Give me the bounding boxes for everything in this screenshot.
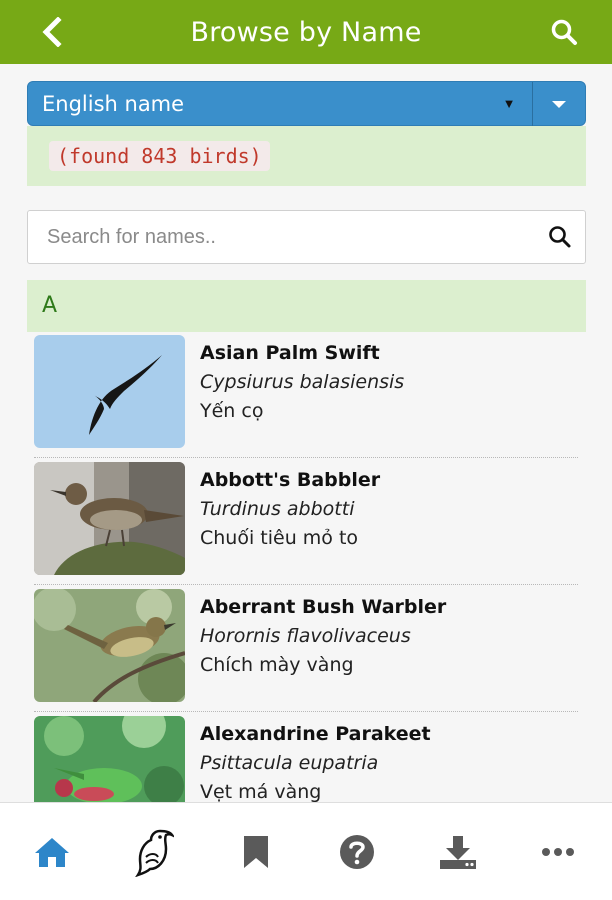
- home-icon: [35, 838, 69, 867]
- bird-list: Asian Palm Swift Cypsiurus balasiensis Y…: [0, 332, 612, 802]
- search-icon[interactable]: [547, 224, 573, 250]
- bird-icon: [135, 829, 174, 877]
- nav-more-button[interactable]: [528, 825, 588, 879]
- bird-scientific-name: Psittacula eupatria: [200, 752, 379, 774]
- bird-vietnamese-name: Chích mày vàng: [200, 654, 354, 676]
- list-item[interactable]: Aberrant Bush Warbler Horornis flavoliva…: [34, 586, 578, 712]
- search-input[interactable]: [47, 211, 527, 263]
- dropdown-toggle[interactable]: [533, 82, 585, 126]
- back-button[interactable]: [36, 14, 68, 50]
- bird-vietnamese-name: Vẹt má vàng: [200, 781, 322, 802]
- name-type-select[interactable]: English name ▼: [27, 81, 586, 126]
- list-item[interactable]: Abbott's Babbler Turdinus abbotti Chuối …: [34, 459, 578, 585]
- bookmark-icon: [244, 836, 268, 868]
- select-value: English name: [42, 91, 185, 116]
- header-search-button[interactable]: [546, 14, 582, 50]
- nav-help-button[interactable]: [327, 825, 387, 879]
- bird-english-name: Abbott's Babbler: [200, 469, 381, 491]
- chevron-left-icon: [42, 17, 62, 47]
- more-icon: [542, 848, 574, 856]
- caret-down-small-icon: ▼: [502, 96, 516, 111]
- page-title: Browse by Name: [190, 16, 422, 48]
- result-count: (found 843 birds): [49, 141, 270, 171]
- result-count-panel: (found 843 birds): [27, 126, 586, 186]
- row-divider: [34, 457, 578, 458]
- download-icon: [440, 836, 476, 869]
- nav-bird-button[interactable]: [124, 825, 184, 879]
- name-search-field: [27, 210, 586, 264]
- section-header-letter: A: [27, 280, 586, 332]
- app-header: Browse by Name: [0, 0, 612, 64]
- bird-vietnamese-name: Yến cọ: [200, 400, 264, 422]
- bird-scientific-name: Horornis flavolivaceus: [200, 625, 411, 647]
- chevron-down-icon: [552, 100, 566, 108]
- bird-photo: [34, 589, 185, 702]
- nav-bookmark-button[interactable]: [226, 825, 286, 879]
- row-divider: [34, 584, 578, 585]
- bird-english-name: Alexandrine Parakeet: [200, 723, 431, 745]
- bottom-navigation: [0, 802, 612, 900]
- help-icon: [340, 835, 374, 869]
- nav-home-button[interactable]: [22, 825, 82, 879]
- bird-english-name: Asian Palm Swift: [200, 342, 380, 364]
- row-divider: [34, 711, 578, 712]
- bird-photo: [34, 335, 185, 448]
- bird-scientific-name: Turdinus abbotti: [200, 498, 355, 520]
- list-item[interactable]: Alexandrine Parakeet Psittacula eupatria…: [34, 713, 578, 802]
- bird-english-name: Aberrant Bush Warbler: [200, 596, 447, 618]
- list-item[interactable]: Asian Palm Swift Cypsiurus balasiensis Y…: [34, 332, 578, 458]
- bird-photo: [34, 716, 185, 802]
- nav-download-button[interactable]: [428, 825, 488, 879]
- app-screen: Browse by Name English name ▼ (found 843…: [0, 0, 612, 900]
- bird-photo: [34, 462, 185, 575]
- bird-vietnamese-name: Chuối tiêu mỏ to: [200, 527, 359, 549]
- search-icon: [551, 19, 577, 45]
- bird-scientific-name: Cypsiurus balasiensis: [200, 371, 405, 393]
